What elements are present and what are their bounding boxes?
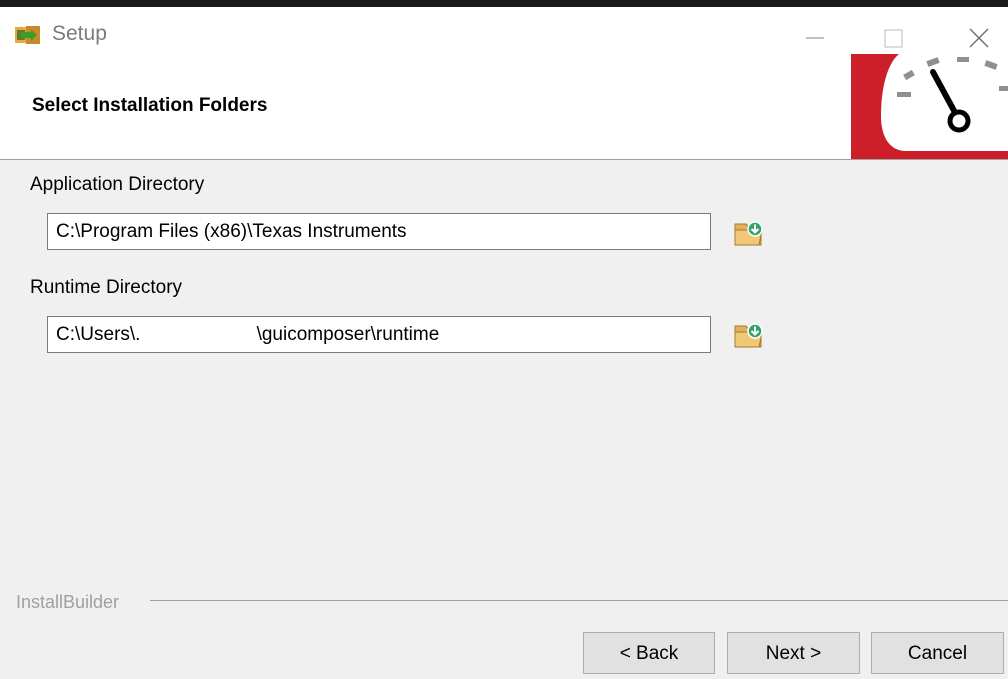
runtime-directory-input[interactable] [47,316,711,353]
window-title: Setup [52,22,107,45]
back-button[interactable]: < Back [583,632,715,674]
footer-separator [150,600,1008,601]
application-directory-input[interactable] [47,213,711,250]
minimize-icon[interactable] [795,17,835,57]
window-top-border [0,0,1008,7]
installbuilder-label: InstallBuilder [16,592,120,612]
close-icon[interactable] [958,17,998,57]
cancel-button[interactable]: Cancel [871,632,1004,674]
next-button[interactable]: Next > [727,632,860,674]
folder-browse-icon[interactable] [733,218,767,248]
application-directory-label: Application Directory [30,174,205,195]
setup-icon [15,26,40,44]
page-title: Select Installation Folders [32,95,268,116]
maximize-icon[interactable] [873,17,913,57]
speedometer-logo [851,54,1008,159]
runtime-directory-label: Runtime Directory [30,277,183,298]
folder-browse-icon[interactable] [733,320,767,350]
title-bar: Setup [0,7,1008,57]
header-separator [0,159,1008,160]
